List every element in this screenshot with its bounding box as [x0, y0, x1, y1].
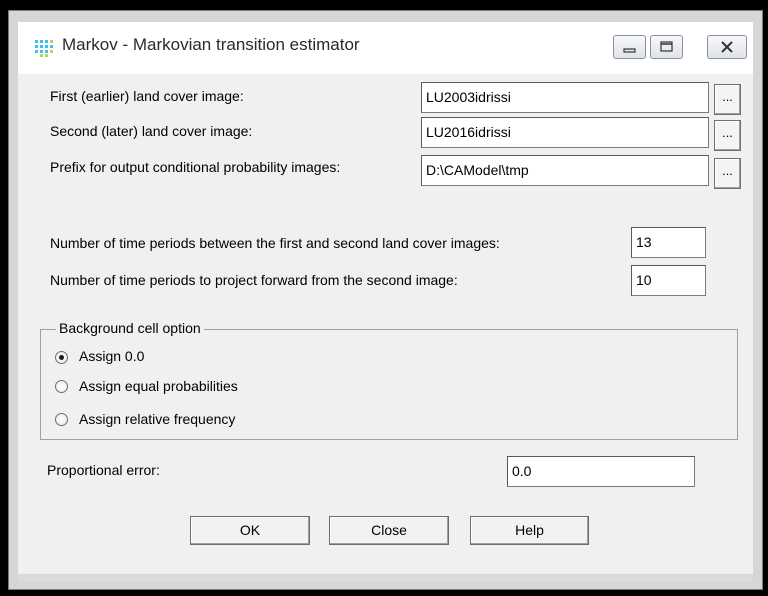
minimize-button[interactable] — [613, 35, 646, 59]
close-window-button[interactable] — [707, 35, 747, 59]
periods-forward-field[interactable]: 10 — [631, 265, 706, 296]
ok-button[interactable]: OK — [190, 516, 310, 545]
first-image-field[interactable]: LU2003idrissi — [421, 82, 709, 113]
radio-assign-equal-label[interactable]: Assign equal probabilities — [79, 378, 238, 394]
second-image-label: Second (later) land cover image: — [50, 123, 253, 139]
prefix-label: Prefix for output conditional probabilit… — [50, 159, 341, 175]
close-icon — [721, 41, 733, 53]
background-option-legend: Background cell option — [56, 320, 204, 336]
radio-assign-zero[interactable] — [55, 351, 68, 364]
help-button[interactable]: Help — [470, 516, 589, 545]
close-button[interactable]: Close — [329, 516, 449, 545]
proportional-error-field[interactable]: 0.0 — [507, 456, 695, 487]
periods-between-label: Number of time periods between the first… — [50, 235, 500, 251]
grid-app-icon — [34, 38, 54, 58]
dialog-bottom-edge — [18, 574, 753, 582]
radio-assign-relative[interactable] — [55, 413, 68, 426]
second-image-browse-button[interactable]: ... — [714, 120, 741, 151]
maximize-button[interactable] — [650, 35, 683, 59]
radio-assign-equal[interactable] — [55, 380, 68, 393]
periods-forward-label: Number of time periods to project forwar… — [50, 272, 458, 288]
second-image-field[interactable]: LU2016idrissi — [421, 117, 709, 148]
periods-between-field[interactable]: 13 — [631, 227, 706, 258]
radio-assign-relative-label[interactable]: Assign relative frequency — [79, 411, 235, 427]
first-image-browse-button[interactable]: ... — [714, 84, 741, 115]
window-title: Markov - Markovian transition estimator — [62, 35, 360, 54]
maximize-icon — [660, 41, 673, 52]
proportional-error-label: Proportional error: — [47, 462, 160, 478]
first-image-label: First (earlier) land cover image: — [50, 88, 244, 104]
prefix-browse-button[interactable]: ... — [714, 158, 741, 189]
prefix-field[interactable]: D:\CAModel\tmp — [421, 155, 709, 186]
radio-assign-zero-label[interactable]: Assign 0.0 — [79, 348, 144, 364]
minimize-icon — [623, 48, 636, 53]
